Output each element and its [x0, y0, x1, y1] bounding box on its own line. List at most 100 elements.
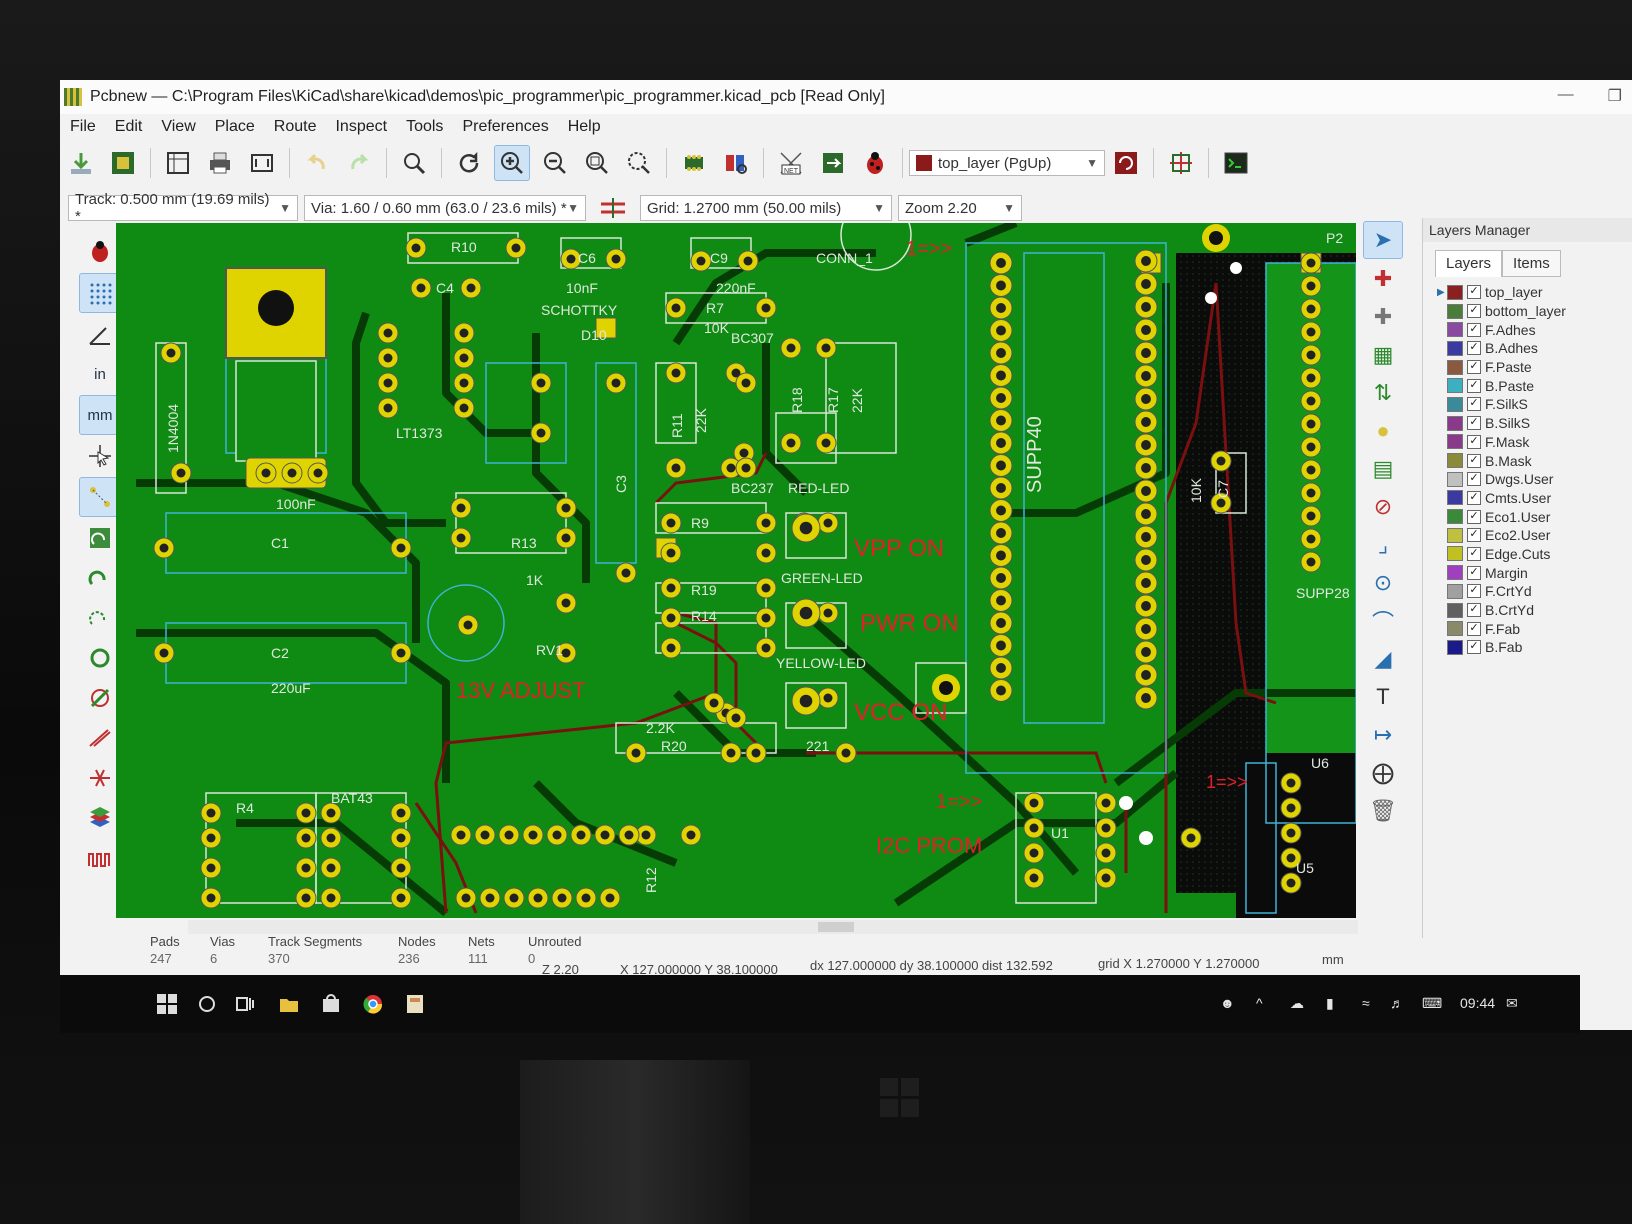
layer-color-swatch[interactable]	[1447, 303, 1463, 319]
layer-select[interactable]: top_layer (PgUp) ▼	[909, 150, 1105, 176]
layer-color-swatch[interactable]	[1447, 396, 1463, 412]
keyboard-icon[interactable]: ⌨	[1422, 995, 1442, 1012]
layer-visibility-checkbox[interactable]: ✓	[1467, 565, 1481, 580]
layer-color-swatch[interactable]	[1447, 359, 1463, 375]
layer-row[interactable]: ✓ B.SilkS	[1423, 414, 1632, 433]
layer-color-swatch[interactable]	[1447, 415, 1463, 431]
layer-visibility-checkbox[interactable]: ✓	[1467, 490, 1481, 505]
layer-visibility-checkbox[interactable]: ✓	[1467, 472, 1481, 487]
draw-arc-button[interactable]: ⌒	[1364, 603, 1402, 639]
route-track-button[interactable]: ⇅	[1364, 375, 1402, 411]
add-zone-button[interactable]: ▤	[1364, 451, 1402, 487]
cursor-shape-button[interactable]	[80, 437, 120, 475]
wifi-icon[interactable]: ≈	[1362, 995, 1370, 1011]
layer-row[interactable]: ✓ Edge.Cuts	[1423, 545, 1632, 564]
layer-visibility-checkbox[interactable]: ✓	[1467, 304, 1481, 319]
layer-row[interactable]: ✓ Eco1.User	[1423, 507, 1632, 526]
show-zones-sketch-button[interactable]	[80, 599, 120, 637]
clock-time[interactable]: 09:44	[1460, 995, 1495, 1011]
layer-visibility-checkbox[interactable]: ✓	[1467, 434, 1481, 449]
grid-select[interactable]: Grid: 1.2700 mm (50.00 mils) ▼	[640, 195, 892, 221]
local-ratsnest-button[interactable]: ✚	[1364, 299, 1402, 335]
layer-visibility-checkbox[interactable]: ✓	[1467, 360, 1481, 375]
volume-icon[interactable]: ♬	[1390, 995, 1404, 1011]
menu-inspect[interactable]: Inspect	[325, 114, 396, 140]
layer-color-swatch[interactable]	[1447, 527, 1463, 543]
layer-color-swatch[interactable]	[1447, 378, 1463, 394]
layer-row[interactable]: ✓ Eco2.User	[1423, 526, 1632, 545]
layer-color-swatch[interactable]	[1447, 546, 1463, 562]
draw-line-button[interactable]: ⌟	[1364, 527, 1402, 563]
start-button-icon[interactable]	[156, 993, 178, 1015]
delete-button[interactable]: 🗑	[1364, 793, 1402, 829]
draw-polygon-button[interactable]: ◢	[1364, 641, 1402, 677]
pads-sketch-button[interactable]	[80, 639, 120, 677]
layer-color-swatch[interactable]	[1447, 602, 1463, 618]
layer-color-swatch[interactable]	[1447, 340, 1463, 356]
menu-view[interactable]: View	[151, 114, 204, 140]
microwave-button[interactable]	[1164, 146, 1198, 180]
kicad-taskbar-icon[interactable]	[404, 993, 426, 1015]
layer-visibility-checkbox[interactable]: ✓	[1467, 322, 1481, 337]
layer-row[interactable]: ✓ B.CrtYd	[1423, 601, 1632, 620]
keepout-button[interactable]: ⊘	[1364, 489, 1402, 525]
zoom-selection-button[interactable]	[622, 146, 656, 180]
tracks-sketch-button[interactable]	[80, 719, 120, 757]
find-button[interactable]	[397, 146, 431, 180]
layer-row[interactable]: ✓ F.Adhes	[1423, 320, 1632, 339]
layer-color-swatch[interactable]	[1447, 284, 1463, 300]
layer-row[interactable]: ✓ bottom_layer	[1423, 302, 1632, 321]
layer-color-swatch[interactable]	[1447, 639, 1463, 655]
add-footprint-button[interactable]: ▦	[1364, 337, 1402, 373]
print-button[interactable]	[203, 146, 237, 180]
layer-row[interactable]: ✓ F.SilkS	[1423, 395, 1632, 414]
redraw-button[interactable]	[452, 146, 486, 180]
add-via-button[interactable]: ●	[1364, 413, 1402, 449]
search-icon[interactable]	[196, 993, 218, 1015]
layer-color-swatch[interactable]	[1447, 322, 1463, 338]
layer-color-swatch[interactable]	[1447, 434, 1463, 450]
layer-row[interactable]: ✓ Cmts.User	[1423, 489, 1632, 508]
add-text-button[interactable]: T	[1364, 679, 1402, 715]
task-view-icon[interactable]	[234, 993, 256, 1015]
layer-row[interactable]: ▶ ✓ top_layer	[1423, 283, 1632, 302]
menu-route[interactable]: Route	[264, 114, 326, 140]
maximize-button[interactable]: ❐	[1608, 86, 1622, 106]
redo-button[interactable]	[342, 146, 376, 180]
save-button[interactable]	[64, 146, 98, 180]
show-zones-button[interactable]	[80, 519, 120, 557]
layer-row[interactable]: ✓ Dwgs.User	[1423, 470, 1632, 489]
layer-row[interactable]: ✓ B.Adhes	[1423, 339, 1632, 358]
show-zones-outline-button[interactable]	[80, 559, 120, 597]
scripting-console-button[interactable]	[1219, 146, 1253, 180]
layer-visibility-checkbox[interactable]: ✓	[1467, 416, 1481, 431]
battery-icon[interactable]: ▮	[1326, 995, 1334, 1012]
place-anchor-button[interactable]: ⨁	[1364, 755, 1402, 791]
select-tool-button[interactable]: ➤	[1363, 221, 1403, 259]
layer-visibility-checkbox[interactable]: ✓	[1467, 509, 1481, 524]
layer-visibility-checkbox[interactable]: ✓	[1467, 397, 1481, 412]
layer-pair-button[interactable]	[1109, 146, 1143, 180]
pcb-canvas[interactable]: VPP ON PWR ON VCC ON 13V ADJUST I2C PROM…	[116, 223, 1356, 918]
board-setup-button[interactable]	[106, 146, 140, 180]
plot-button[interactable]	[245, 146, 279, 180]
layers-manager-toggle-button[interactable]	[80, 799, 120, 837]
menu-file[interactable]: File	[60, 114, 105, 140]
layer-visibility-checkbox[interactable]: ✓	[1467, 528, 1481, 543]
units-mm-button[interactable]: mm	[79, 395, 121, 435]
zoom-select[interactable]: Zoom 2.20 ▼	[898, 195, 1022, 221]
minimize-button[interactable]: —	[1558, 86, 1574, 106]
ratsnest-button[interactable]	[79, 477, 121, 517]
people-icon[interactable]: ☻	[1220, 995, 1235, 1011]
units-inches-button[interactable]: in	[80, 355, 120, 393]
layer-visibility-checkbox[interactable]: ✓	[1467, 640, 1481, 655]
store-icon[interactable]	[320, 993, 342, 1015]
layer-row[interactable]: ✓ B.Fab	[1423, 638, 1632, 657]
file-explorer-icon[interactable]	[278, 993, 300, 1015]
highlight-net-button[interactable]: ✚	[1364, 261, 1402, 297]
layer-visibility-checkbox[interactable]: ✓	[1467, 546, 1481, 561]
layer-color-swatch[interactable]	[1447, 621, 1463, 637]
layer-color-swatch[interactable]	[1447, 583, 1463, 599]
polar-coords-button[interactable]	[80, 315, 120, 353]
layer-visibility-checkbox[interactable]: ✓	[1467, 341, 1481, 356]
